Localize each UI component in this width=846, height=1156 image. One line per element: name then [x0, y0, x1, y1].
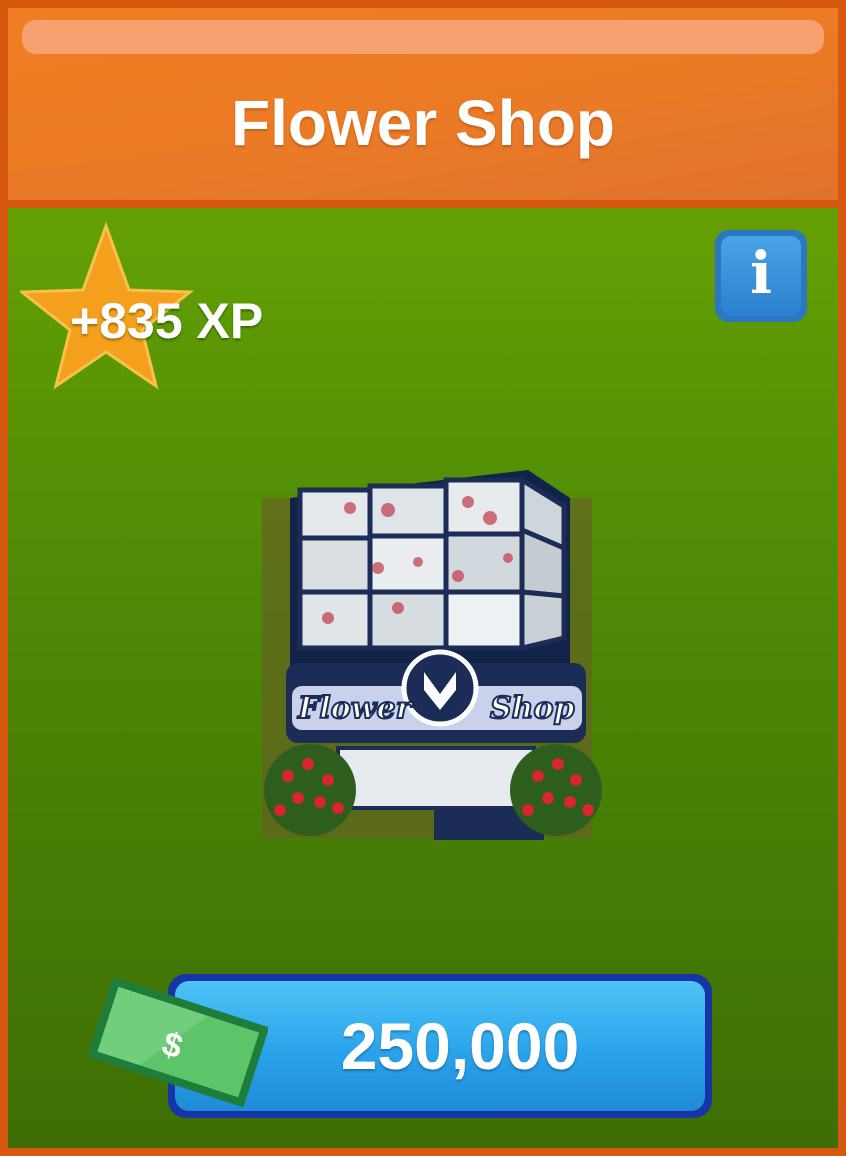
xp-label: +835 XP — [70, 293, 264, 349]
card-body: +835 XP i Flower Shop 250,000 $ — [8, 208, 838, 1148]
storefront-window — [336, 746, 536, 810]
sign-text-left: Flower — [297, 691, 414, 726]
tulip-logo — [401, 649, 479, 727]
sign-text-right: Shop — [490, 691, 574, 726]
glass-windows — [297, 475, 567, 652]
price-label: 250,000 — [340, 1009, 580, 1083]
card-header: Flower Shop — [8, 8, 838, 200]
xp-reward-badge: +835 XP — [20, 220, 320, 390]
item-title: Flower Shop — [231, 87, 615, 159]
flower-shop-building-image: Flower Shop — [262, 470, 602, 840]
dollar-bill-icon: $ — [88, 978, 268, 1108]
flower-planter-right — [510, 744, 602, 836]
info-icon: i — [749, 239, 773, 307]
header-highlight — [22, 20, 824, 54]
info-button[interactable]: i — [715, 230, 807, 322]
flower-planter-left — [264, 744, 356, 836]
item-card: Flower Shop +835 XP i Flower Shop 250,00… — [0, 0, 846, 1156]
